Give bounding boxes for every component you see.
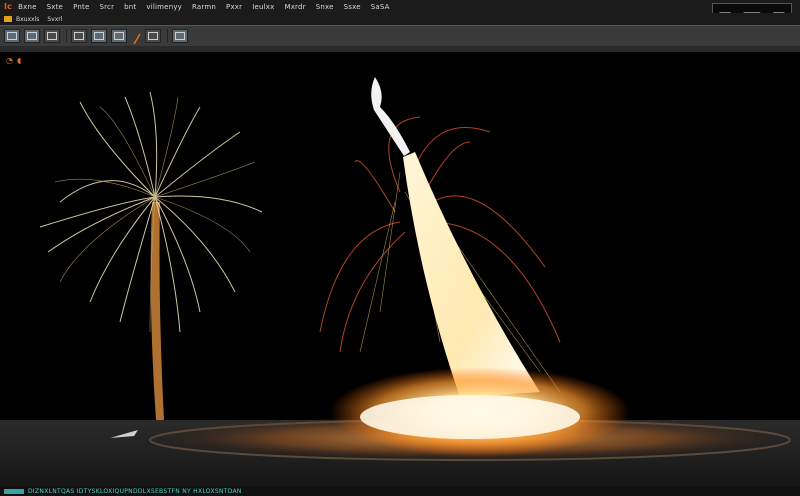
menu-item-11[interactable]: Snxe: [316, 3, 334, 11]
menu-item-7[interactable]: Rarmn: [192, 3, 216, 11]
render-icon: [47, 32, 57, 40]
project-scene[interactable]: Svxrl: [47, 16, 62, 23]
settings-icon: [175, 32, 185, 40]
view-tool-button[interactable]: [4, 29, 20, 43]
light-tool-button[interactable]: [145, 29, 161, 43]
toolbar-divider: [66, 29, 67, 43]
status-bar: DIZNXLNTQAS IDTYSKLOXIQUPNDDLXSEBSTFN NY…: [0, 487, 800, 496]
view-icon: [7, 32, 17, 40]
exhaust-jet: [403, 152, 540, 397]
menu-bar: Ic Bxne Sxte Pnte Srcr bnt vilimenyy Rar…: [0, 0, 800, 19]
viewport-shading-icon[interactable]: ◔: [6, 56, 13, 65]
menu-item-9[interactable]: Ieulxx: [252, 3, 274, 11]
camera-icon: [74, 32, 84, 40]
menu-item-10[interactable]: Mxrdr: [284, 3, 305, 11]
menu-item-2[interactable]: Sxte: [47, 3, 63, 11]
project-bar: Bxuxxls Svxrl: [0, 13, 800, 25]
grid-tool-button[interactable]: [24, 29, 40, 43]
camera-tool-button[interactable]: [71, 29, 87, 43]
menu-item-6[interactable]: vilimenyy: [146, 3, 182, 11]
status-indicator: [4, 489, 24, 494]
toolbar: [0, 25, 800, 47]
layout-tool-button[interactable]: [91, 29, 107, 43]
render-canvas: [0, 77, 800, 487]
viewport-options-icon[interactable]: ◖: [17, 56, 21, 65]
display-tool-button[interactable]: [111, 29, 127, 43]
pen-tool-button[interactable]: [133, 30, 141, 45]
folder-icon: [4, 16, 12, 22]
status-text: DIZNXLNTQAS IDTYSKLOXIQUPNDDLXSEBSTFN NY…: [28, 488, 242, 495]
viewport-icons: ◔ ◖: [6, 56, 21, 65]
display-icon: [114, 32, 124, 40]
grid-icon: [27, 32, 37, 40]
palm-tree: [39, 91, 263, 420]
settings-tool-button[interactable]: [172, 29, 188, 43]
menu-item-13[interactable]: SaSA: [371, 3, 390, 11]
blast-core: [360, 395, 580, 439]
app-logo: Ic: [4, 2, 13, 11]
menu-item-5[interactable]: bnt: [124, 3, 136, 11]
menu-item-1[interactable]: Bxne: [18, 3, 37, 11]
toolbar-divider-2: [167, 29, 168, 43]
menu-item-12[interactable]: Ssxe: [344, 3, 361, 11]
pen-icon: [133, 33, 141, 45]
project-name[interactable]: Bxuxxls: [16, 16, 39, 23]
menu-item-3[interactable]: Pnte: [73, 3, 89, 11]
menu-item-8[interactable]: Pxxr: [226, 3, 242, 11]
render-tool-button[interactable]: [44, 29, 60, 43]
light-icon: [148, 32, 158, 40]
layout-icon: [94, 32, 104, 40]
menu-item-4[interactable]: Srcr: [99, 3, 114, 11]
smoke-trail: [371, 77, 410, 156]
app-window: Ic Bxne Sxte Pnte Srcr bnt vilimenyy Rar…: [0, 0, 800, 496]
render-viewport[interactable]: ◔ ◖: [0, 52, 800, 487]
